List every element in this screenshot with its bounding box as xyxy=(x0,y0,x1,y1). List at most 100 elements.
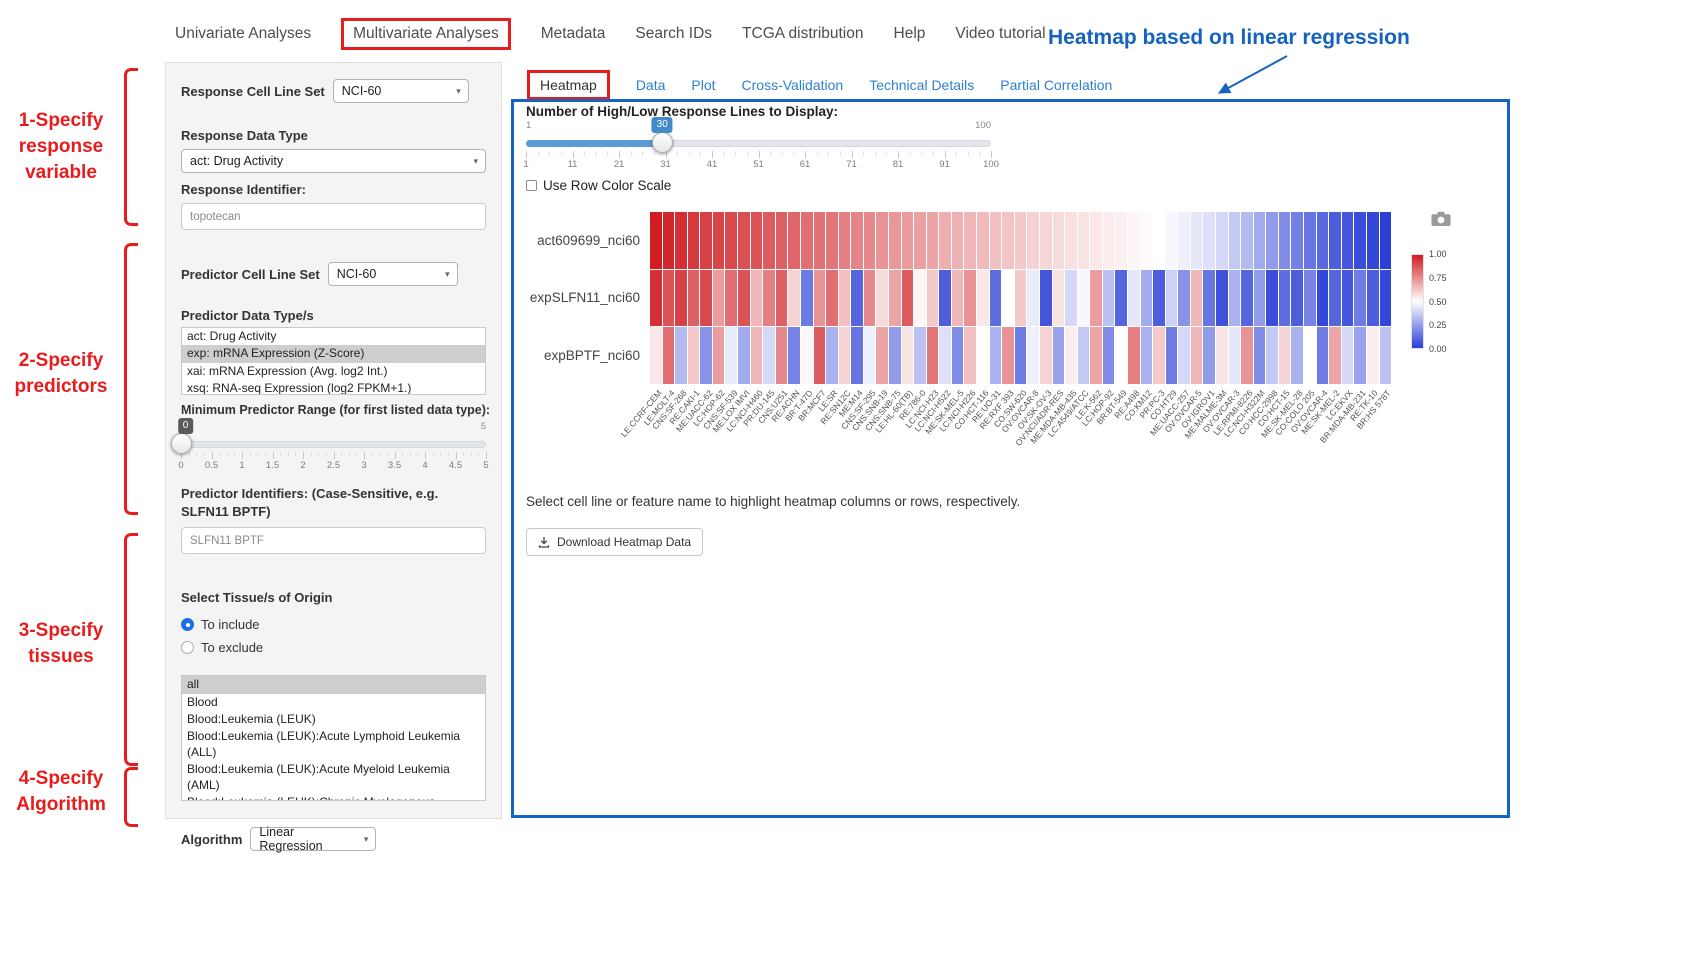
heatmap-cell[interactable] xyxy=(814,327,826,384)
heatmap-cell[interactable] xyxy=(1291,270,1303,327)
heatmap-cell[interactable] xyxy=(939,327,951,384)
heatmap-cell[interactable] xyxy=(1178,212,1190,269)
heatmap-cell[interactable] xyxy=(738,327,750,384)
heatmap-cell[interactable] xyxy=(776,212,788,269)
heatmap-cell[interactable] xyxy=(1040,327,1052,384)
heatmap-cell[interactable] xyxy=(776,327,788,384)
tissue-exclude-radio[interactable]: To exclude xyxy=(181,636,486,659)
tab-plot[interactable]: Plot xyxy=(691,77,715,93)
listbox-option[interactable]: Blood:Leukemia (LEUK):Acute Myeloid Leuk… xyxy=(182,761,485,794)
heatmap-cell[interactable] xyxy=(1141,327,1153,384)
heatmap-cell[interactable] xyxy=(990,270,1002,327)
heatmap-cell[interactable] xyxy=(939,270,951,327)
heatmap-cell[interactable] xyxy=(814,270,826,327)
heatmap-cell[interactable] xyxy=(1115,212,1127,269)
heatmap-cell[interactable] xyxy=(914,212,926,269)
heatmap-cell[interactable] xyxy=(776,270,788,327)
heatmap-cell[interactable] xyxy=(1078,270,1090,327)
heatmap-cell[interactable] xyxy=(1241,270,1253,327)
heatmap-cell[interactable] xyxy=(876,270,888,327)
listbox-option[interactable]: all xyxy=(182,676,485,693)
lines-slider-handle[interactable] xyxy=(652,132,673,153)
row-color-scale-checkbox[interactable]: Use Row Color Scale xyxy=(526,178,671,193)
heatmap-cell[interactable] xyxy=(1178,270,1190,327)
heatmap-cell[interactable] xyxy=(1216,212,1228,269)
heatmap-cell[interactable] xyxy=(1317,270,1329,327)
heatmap-cell[interactable] xyxy=(650,212,662,269)
heatmap-cell[interactable] xyxy=(663,327,675,384)
range-slider-handle[interactable] xyxy=(171,433,192,454)
heatmap-cell[interactable] xyxy=(788,212,800,269)
heatmap-cell[interactable] xyxy=(1053,212,1065,269)
heatmap-cell[interactable] xyxy=(914,270,926,327)
heatmap-cell[interactable] xyxy=(788,270,800,327)
heatmap-cell[interactable] xyxy=(1367,212,1379,269)
listbox-option[interactable]: Blood:Leukemia (LEUK) xyxy=(182,711,485,728)
heatmap-cell[interactable] xyxy=(1254,212,1266,269)
heatmap-cell[interactable] xyxy=(1266,327,1278,384)
heatmap-cell[interactable] xyxy=(738,212,750,269)
heatmap-cell[interactable] xyxy=(688,212,700,269)
heatmap-cell[interactable] xyxy=(1053,327,1065,384)
heatmap-cell[interactable] xyxy=(964,270,976,327)
heatmap-cell[interactable] xyxy=(801,212,813,269)
tab-technical-details[interactable]: Technical Details xyxy=(869,77,974,93)
heatmap-cell[interactable] xyxy=(1015,327,1027,384)
heatmap-cell[interactable] xyxy=(902,270,914,327)
predictor-data-type-listbox[interactable]: act: Drug Activityexp: mRNA Expression (… xyxy=(181,327,486,395)
heatmap-cell[interactable] xyxy=(713,212,725,269)
heatmap-cell[interactable] xyxy=(1304,212,1316,269)
heatmap-cell[interactable] xyxy=(1178,327,1190,384)
heatmap-cell[interactable] xyxy=(663,212,675,269)
heatmap-cell[interactable] xyxy=(1380,212,1392,269)
heatmap-cell[interactable] xyxy=(1115,327,1127,384)
heatmap-cell[interactable] xyxy=(801,327,813,384)
heatmap-cell[interactable] xyxy=(1254,327,1266,384)
heatmap-cell[interactable] xyxy=(1078,327,1090,384)
heatmap-cell[interactable] xyxy=(1128,327,1140,384)
heatmap-cell[interactable] xyxy=(977,327,989,384)
heatmap-cell[interactable] xyxy=(1153,212,1165,269)
heatmap-cell[interactable] xyxy=(939,212,951,269)
heatmap-cell[interactable] xyxy=(1115,270,1127,327)
heatmap-cell[interactable] xyxy=(1065,327,1077,384)
heatmap-cell[interactable] xyxy=(1015,212,1027,269)
heatmap-cell[interactable] xyxy=(675,327,687,384)
heatmap-cell[interactable] xyxy=(1166,212,1178,269)
heatmap-cell[interactable] xyxy=(1354,327,1366,384)
heatmap-cell[interactable] xyxy=(1191,270,1203,327)
heatmap-cell[interactable] xyxy=(990,327,1002,384)
heatmap-cell[interactable] xyxy=(1128,212,1140,269)
heatmap-cell[interactable] xyxy=(688,270,700,327)
heatmap-cell[interactable] xyxy=(700,212,712,269)
heatmap-cell[interactable] xyxy=(839,270,851,327)
heatmap-cell[interactable] xyxy=(1090,327,1102,384)
predictor-identifiers-input[interactable] xyxy=(181,527,486,554)
heatmap-cell[interactable] xyxy=(977,270,989,327)
tab-partial-correlation[interactable]: Partial Correlation xyxy=(1000,77,1112,93)
heatmap-cell[interactable] xyxy=(1002,212,1014,269)
heatmap-cell[interactable] xyxy=(876,327,888,384)
heatmap-cell[interactable] xyxy=(1065,270,1077,327)
heatmap-row-label[interactable]: act609699_nci60 xyxy=(514,212,648,269)
heatmap-cell[interactable] xyxy=(1191,327,1203,384)
nav-item-multivariate-analyses[interactable]: Multivariate Analyses xyxy=(341,18,511,50)
heatmap-cell[interactable] xyxy=(725,212,737,269)
heatmap-cell[interactable] xyxy=(1241,327,1253,384)
heatmap-row-label[interactable]: expSLFN11_nci60 xyxy=(514,269,648,326)
heatmap-cell[interactable] xyxy=(889,270,901,327)
response-cell-line-set-select[interactable]: NCI-60 ▾ xyxy=(333,79,469,103)
heatmap-cell[interactable] xyxy=(738,270,750,327)
tab-data[interactable]: Data xyxy=(636,77,666,93)
heatmap-cell[interactable] xyxy=(675,270,687,327)
tissue-include-radio[interactable]: To include xyxy=(181,613,486,636)
heatmap-cell[interactable] xyxy=(751,212,763,269)
heatmap-cell[interactable] xyxy=(763,212,775,269)
listbox-option[interactable]: exp: mRNA Expression (Z-Score) xyxy=(182,345,485,362)
heatmap-cell[interactable] xyxy=(964,212,976,269)
heatmap-cell[interactable] xyxy=(927,212,939,269)
range-slider-track[interactable] xyxy=(181,441,486,448)
heatmap-cell[interactable] xyxy=(763,327,775,384)
heatmap-cell[interactable] xyxy=(952,327,964,384)
heatmap-cell[interactable] xyxy=(700,327,712,384)
